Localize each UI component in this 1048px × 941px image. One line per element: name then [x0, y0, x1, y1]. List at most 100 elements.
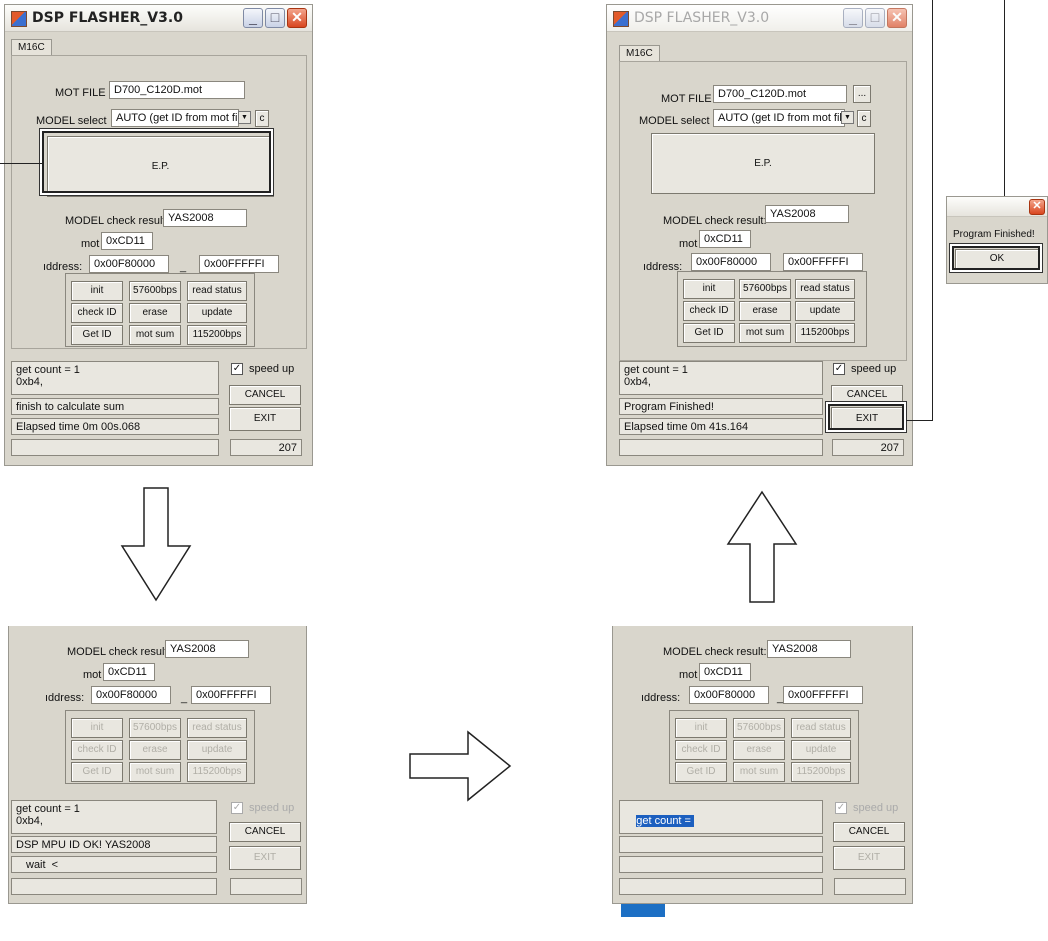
ep-highlight-frame — [42, 131, 271, 193]
elapsed-box: wait < — [11, 856, 217, 873]
cancel-button[interactable]: CANCEL — [229, 385, 301, 405]
init-button[interactable]: init — [675, 718, 727, 738]
update-button[interactable]: update — [791, 740, 851, 760]
progress-bar — [11, 878, 217, 895]
speed-up-checkbox[interactable]: ✓ — [231, 363, 243, 375]
maximize-icon[interactable]: □ — [865, 8, 885, 28]
init-button[interactable]: init — [71, 718, 123, 738]
title-bar: DSP FLASHER_V3.0 _ □ ✕ — [607, 5, 912, 32]
erase-button[interactable]: erase — [739, 301, 791, 321]
update-button[interactable]: update — [795, 301, 855, 321]
address-to[interactable]: 0x00FFFFFI — [191, 686, 271, 704]
mot-file-field[interactable]: D700_C120D.mot — [713, 85, 847, 103]
exit-button[interactable]: EXIT — [229, 846, 301, 870]
check-id-button[interactable]: check ID — [71, 303, 123, 323]
speed-up-checkbox[interactable]: ✓ — [835, 802, 847, 814]
check-id-button[interactable]: check ID — [683, 301, 735, 321]
model-check-field: YAS2008 — [767, 640, 851, 658]
callout-line — [906, 420, 932, 421]
init-button[interactable]: init — [71, 281, 123, 301]
elapsed-box: Elapsed time 0m 41s.164 — [619, 418, 823, 435]
speed-up-label: speed up — [249, 363, 295, 375]
baud-115200-button[interactable]: 115200bps — [795, 323, 855, 343]
window-title: DSP FLASHER_V3.0 — [32, 10, 183, 26]
erase-button[interactable]: erase — [129, 303, 181, 323]
chevron-down-icon[interactable]: ▼ — [841, 111, 854, 124]
mot-value: 0xCD11 — [101, 232, 153, 250]
cancel-button[interactable]: CANCEL — [229, 822, 301, 842]
baud-115200-button[interactable]: 115200bps — [187, 325, 247, 345]
mot-file-label: MOT FILE — [55, 87, 106, 99]
maximize-icon[interactable]: □ — [265, 8, 285, 28]
status-box: DSP MPU ID OK! YAS2008 — [11, 836, 217, 853]
get-id-button[interactable]: Get ID — [683, 323, 735, 343]
elapsed-box: Elapsed time 0m 00s.068 — [11, 418, 219, 435]
update-button[interactable]: update — [187, 740, 247, 760]
address-to[interactable]: 0x00FFFFFI — [199, 255, 279, 273]
cancel-button[interactable]: CANCEL — [831, 385, 903, 405]
address-to[interactable]: 0x00FFFFFI — [783, 253, 863, 271]
baud-115200-button[interactable]: 115200bps — [791, 762, 851, 782]
counter-box: 207 — [230, 439, 302, 456]
mot-sum-button[interactable]: mot sum — [733, 762, 785, 782]
address-from[interactable]: 0x00F80000 — [91, 686, 171, 704]
window-title: DSP FLASHER_V3.0 — [634, 10, 770, 26]
close-icon[interactable]: ✕ — [287, 8, 307, 28]
browse-button[interactable]: ... — [853, 85, 871, 103]
check-id-button[interactable]: check ID — [71, 740, 123, 760]
read-status-button[interactable]: read status — [187, 281, 247, 301]
read-status-button[interactable]: read status — [187, 718, 247, 738]
ep-button[interactable]: E.P. — [651, 133, 875, 194]
exit-button[interactable]: EXIT — [229, 407, 301, 431]
erase-button[interactable]: erase — [733, 740, 785, 760]
model-select[interactable]: AUTO (get ID from mot file — [111, 109, 239, 127]
speed-up-label: speed up — [851, 363, 897, 375]
mot-sum-button[interactable]: mot sum — [129, 762, 181, 782]
baud-57600-button[interactable]: 57600bps — [739, 279, 791, 299]
close-icon[interactable]: ✕ — [1029, 199, 1045, 215]
minimize-icon[interactable]: _ — [843, 8, 863, 28]
baud-115200-button[interactable]: 115200bps — [187, 762, 247, 782]
mot-file-field[interactable]: D700_C120D.mot — [109, 81, 245, 99]
init-button[interactable]: init — [683, 279, 735, 299]
close-icon[interactable]: ✕ — [887, 8, 907, 28]
read-status-button[interactable]: read status — [791, 718, 851, 738]
mot-sum-button[interactable]: mot sum — [739, 323, 791, 343]
tab-m16c[interactable]: M16C — [11, 39, 52, 55]
c-button[interactable]: c — [857, 110, 871, 127]
address-from[interactable]: 0x00F80000 — [89, 255, 169, 273]
get-id-button[interactable]: Get ID — [675, 762, 727, 782]
mot-value: 0xCD11 — [699, 663, 751, 681]
get-id-button[interactable]: Get ID — [71, 325, 123, 345]
model-check-label: MODEL check result: — [67, 646, 171, 658]
speed-up-checkbox[interactable]: ✓ — [833, 363, 845, 375]
counter-box — [834, 878, 906, 895]
check-id-button[interactable]: check ID — [675, 740, 727, 760]
model-check-label: MODEL check result: — [663, 215, 767, 227]
exit-highlight-frame — [828, 404, 904, 430]
model-select[interactable]: AUTO (get ID from mot file — [713, 109, 845, 127]
model-check-field: YAS2008 — [163, 209, 247, 227]
read-status-button[interactable]: read status — [795, 279, 855, 299]
address-from[interactable]: 0x00F80000 — [691, 253, 771, 271]
erase-button[interactable]: erase — [129, 740, 181, 760]
address-label: ıddress: — [641, 692, 681, 704]
minimize-icon[interactable]: _ — [243, 8, 263, 28]
update-button[interactable]: update — [187, 303, 247, 323]
tab-m16c[interactable]: M16C — [619, 45, 660, 61]
baud-57600-button[interactable]: 57600bps — [129, 718, 181, 738]
get-id-button[interactable]: Get ID — [71, 762, 123, 782]
address-to[interactable]: 0x00FFFFFI — [783, 686, 863, 704]
mot-sum-button[interactable]: mot sum — [129, 325, 181, 345]
address-from[interactable]: 0x00F80000 — [689, 686, 769, 704]
chevron-down-icon[interactable]: ▼ — [238, 111, 251, 124]
c-button[interactable]: c — [255, 110, 269, 127]
baud-57600-button[interactable]: 57600bps — [733, 718, 785, 738]
exit-button[interactable]: EXIT — [833, 846, 905, 870]
cancel-button[interactable]: CANCEL — [833, 822, 905, 842]
speed-up-checkbox[interactable]: ✓ — [231, 802, 243, 814]
log-box: get count = 1 0xb4, — [11, 361, 219, 395]
model-select-label: MODEL select — [639, 115, 710, 127]
baud-57600-button[interactable]: 57600bps — [129, 281, 181, 301]
dialog-message: Program Finished! — [953, 229, 1035, 240]
